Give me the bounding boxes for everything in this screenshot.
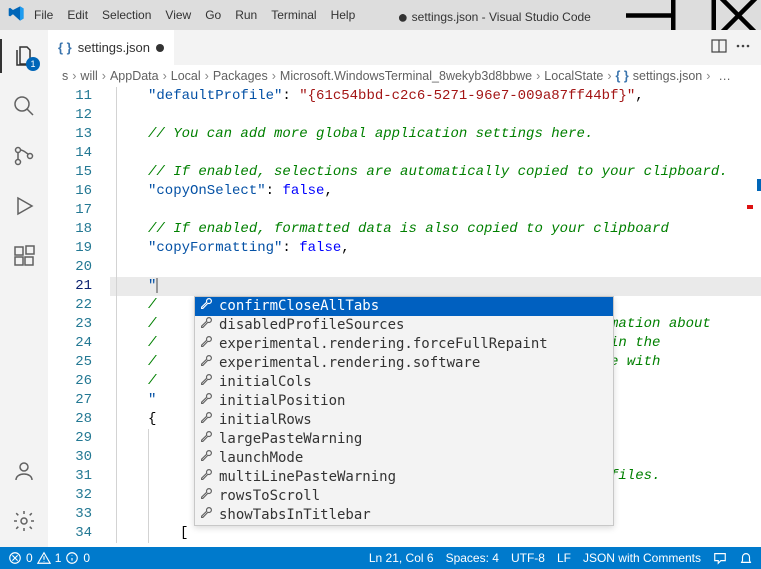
activity-accounts[interactable] xyxy=(0,451,48,491)
suggest-item[interactable]: initialPosition xyxy=(195,392,613,411)
window-maximize-button[interactable] xyxy=(671,0,716,30)
suggest-item[interactable]: rowsToScroll xyxy=(195,487,613,506)
tab-dirty-icon xyxy=(156,44,164,52)
status-language[interactable]: JSON with Comments xyxy=(583,551,701,565)
tabs-row: { } settings.json xyxy=(48,30,761,65)
vscode-logo-icon xyxy=(8,5,25,25)
suggest-item[interactable]: experimental.rendering.forceFullRepaint xyxy=(195,335,613,354)
property-icon xyxy=(199,316,213,335)
property-icon xyxy=(199,392,213,411)
property-icon xyxy=(199,411,213,430)
title-bar: File Edit Selection View Go Run Terminal… xyxy=(0,0,761,30)
activity-scm[interactable] xyxy=(0,136,48,176)
status-notifications-icon[interactable] xyxy=(739,551,753,565)
menu-file[interactable]: File xyxy=(27,2,60,28)
menu-terminal[interactable]: Terminal xyxy=(264,2,323,28)
property-icon xyxy=(199,468,213,487)
tab-label: settings.json xyxy=(78,40,150,55)
activity-explorer[interactable]: 1 xyxy=(0,36,48,76)
split-editor-icon[interactable] xyxy=(711,38,727,57)
suggest-widget[interactable]: confirmCloseAllTabsdisabledProfileSource… xyxy=(194,296,614,526)
suggest-item[interactable]: disabledProfileSources xyxy=(195,316,613,335)
menu-view[interactable]: View xyxy=(158,2,198,28)
menu-edit[interactable]: Edit xyxy=(60,2,95,28)
tab-settings-json[interactable]: { } settings.json xyxy=(48,30,175,65)
menu-run[interactable]: Run xyxy=(228,2,264,28)
property-icon xyxy=(199,354,213,373)
suggest-item[interactable]: showTabsInTitlebar xyxy=(195,506,613,525)
suggest-item[interactable]: largePasteWarning xyxy=(195,430,613,449)
status-feedback-icon[interactable] xyxy=(713,551,727,565)
menu-bar: File Edit Selection View Go Run Terminal… xyxy=(27,2,362,28)
editor[interactable]: 1112131415161718192021222324252627282930… xyxy=(48,87,761,547)
more-actions-icon[interactable] xyxy=(735,38,751,57)
dirty-dot-icon: ● xyxy=(397,7,408,27)
status-indentation[interactable]: Spaces: 4 xyxy=(446,551,499,565)
status-encoding[interactable]: UTF-8 xyxy=(511,551,545,565)
window-title-text: settings.json - Visual Studio Code xyxy=(412,10,591,24)
property-icon xyxy=(199,373,213,392)
explorer-badge: 1 xyxy=(26,57,40,71)
suggest-item[interactable]: multiLinePasteWarning xyxy=(195,468,613,487)
activity-settings[interactable] xyxy=(0,501,48,541)
property-icon xyxy=(199,487,213,506)
status-problems[interactable]: 0 1 0 xyxy=(8,551,90,565)
window-title: ● settings.json - Visual Studio Code xyxy=(362,5,626,26)
json-file-icon: { } xyxy=(58,40,72,55)
line-number-gutter: 1112131415161718192021222324252627282930… xyxy=(48,87,110,547)
activity-search[interactable] xyxy=(0,86,48,126)
suggest-item[interactable]: initialCols xyxy=(195,373,613,392)
code-area[interactable]: "defaultProfile": "{61c54bbd-c2c6-5271-9… xyxy=(110,87,761,547)
property-icon xyxy=(199,335,213,354)
overview-ruler xyxy=(747,87,761,547)
status-eol[interactable]: LF xyxy=(557,551,571,565)
window-close-button[interactable] xyxy=(716,0,761,30)
property-icon xyxy=(199,449,213,468)
text-cursor xyxy=(156,278,158,293)
activity-extensions[interactable] xyxy=(0,236,48,276)
breadcrumbs[interactable]: s› will› AppData› Local› Packages› Micro… xyxy=(48,65,761,87)
property-icon xyxy=(199,297,213,316)
property-icon xyxy=(199,506,213,525)
suggest-item[interactable]: launchMode xyxy=(195,449,613,468)
window-minimize-button[interactable] xyxy=(626,0,671,30)
property-icon xyxy=(199,430,213,449)
status-cursor-position[interactable]: Ln 21, Col 6 xyxy=(369,551,434,565)
activity-debug[interactable] xyxy=(0,186,48,226)
activity-bar: 1 xyxy=(0,30,48,547)
suggest-item[interactable]: initialRows xyxy=(195,411,613,430)
status-bar: 0 1 0 Ln 21, Col 6 Spaces: 4 UTF-8 LF JS… xyxy=(0,547,761,569)
suggest-item[interactable]: experimental.rendering.software xyxy=(195,354,613,373)
menu-selection[interactable]: Selection xyxy=(95,2,158,28)
suggest-item[interactable]: confirmCloseAllTabs xyxy=(195,297,613,316)
json-file-icon: { } xyxy=(616,69,629,83)
menu-help[interactable]: Help xyxy=(324,2,363,28)
menu-go[interactable]: Go xyxy=(198,2,228,28)
